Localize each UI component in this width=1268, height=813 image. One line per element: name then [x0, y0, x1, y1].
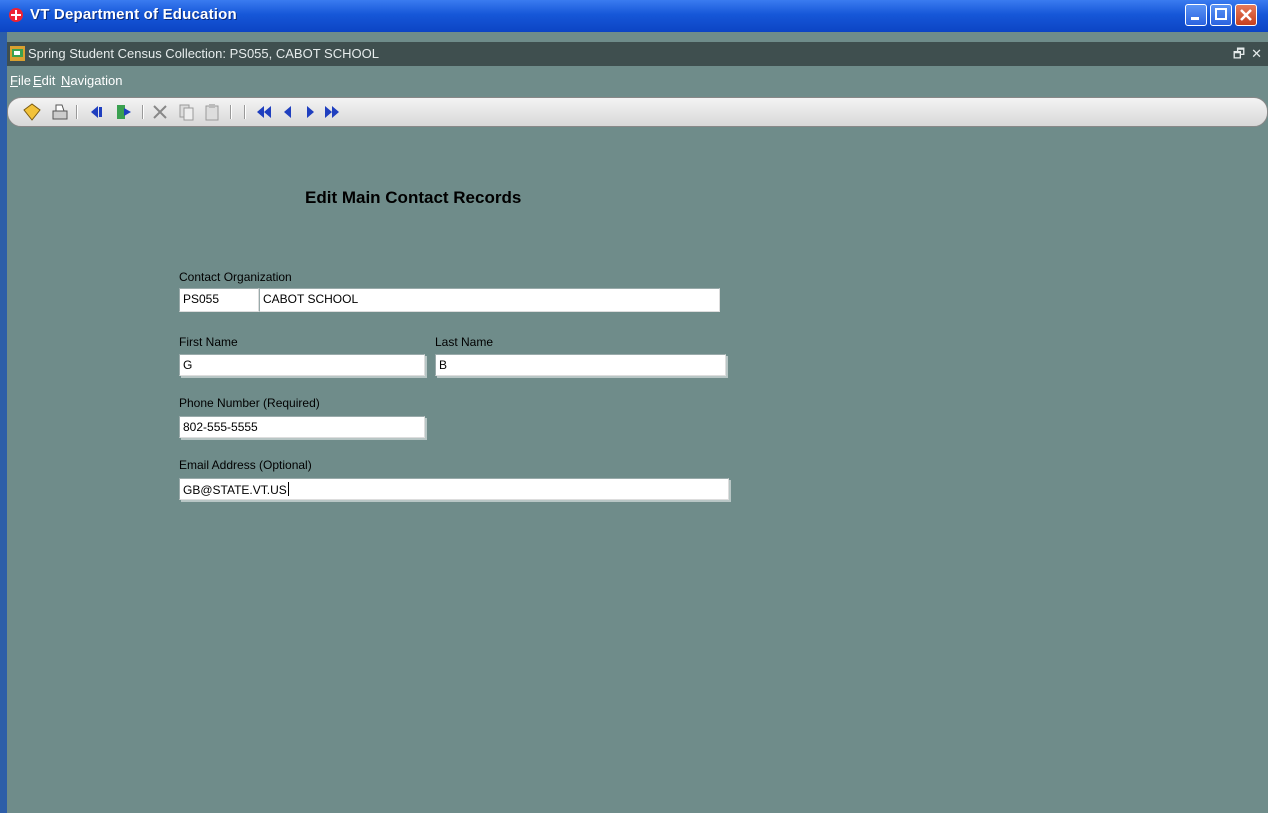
restore-icon[interactable]: 🗗 [1233, 47, 1245, 62]
minimize-button[interactable] [1185, 4, 1207, 26]
save-icon[interactable] [22, 102, 42, 122]
email-label: Email Address (Optional) [179, 458, 312, 472]
first-name-label: First Name [179, 335, 238, 349]
maximize-button[interactable] [1210, 4, 1232, 26]
close-icon [1240, 9, 1252, 21]
paste-icon[interactable] [202, 102, 222, 122]
exit-icon[interactable] [114, 102, 134, 122]
next-icon[interactable] [300, 102, 320, 122]
app-title-bar: VT Department of Education [0, 0, 1268, 32]
form-close-icon[interactable]: ✕ [1251, 47, 1262, 62]
contact-organization-label: Contact Organization [179, 270, 292, 284]
text-caret [287, 482, 289, 496]
copy-icon[interactable] [176, 102, 196, 122]
window-left-border [0, 32, 7, 813]
app-icon [9, 8, 23, 22]
previous-record-icon[interactable] [86, 102, 106, 122]
last-name-label: Last Name [435, 335, 494, 349]
email-field[interactable]: GB@STATE.VT.US [179, 478, 729, 500]
email-value: GB@STATE.VT.US [183, 483, 287, 497]
phone-label: Phone Number (Required) [179, 396, 320, 410]
org-code-field[interactable]: PS055 [179, 288, 259, 312]
org-name-field[interactable]: CABOT SCHOOL [259, 288, 720, 312]
toolbar [7, 97, 1268, 127]
phone-field[interactable]: 802-555-5555 [179, 416, 425, 438]
form-title: Spring Student Census Collection: PS055,… [28, 46, 379, 61]
cut-icon[interactable] [150, 102, 170, 122]
first-name-field[interactable]: G [179, 354, 425, 376]
form-title-bar: Spring Student Census Collection: PS055,… [7, 42, 1268, 66]
last-record-icon[interactable] [322, 102, 342, 122]
page-title: Edit Main Contact Records [305, 188, 522, 207]
app-title: VT Department of Education [30, 6, 237, 23]
minimize-icon [1191, 17, 1199, 20]
menu-edit[interactable]: Edit [33, 73, 55, 88]
form-icon [10, 46, 25, 61]
menu-file[interactable]: File [10, 73, 31, 88]
prev-icon[interactable] [278, 102, 298, 122]
first-record-icon[interactable] [254, 102, 274, 122]
last-name-field[interactable]: B [435, 354, 726, 376]
close-button[interactable] [1235, 4, 1257, 26]
maximize-icon [1215, 8, 1227, 20]
print-icon[interactable] [50, 102, 70, 122]
menu-navigation[interactable]: Navigation [61, 73, 122, 88]
